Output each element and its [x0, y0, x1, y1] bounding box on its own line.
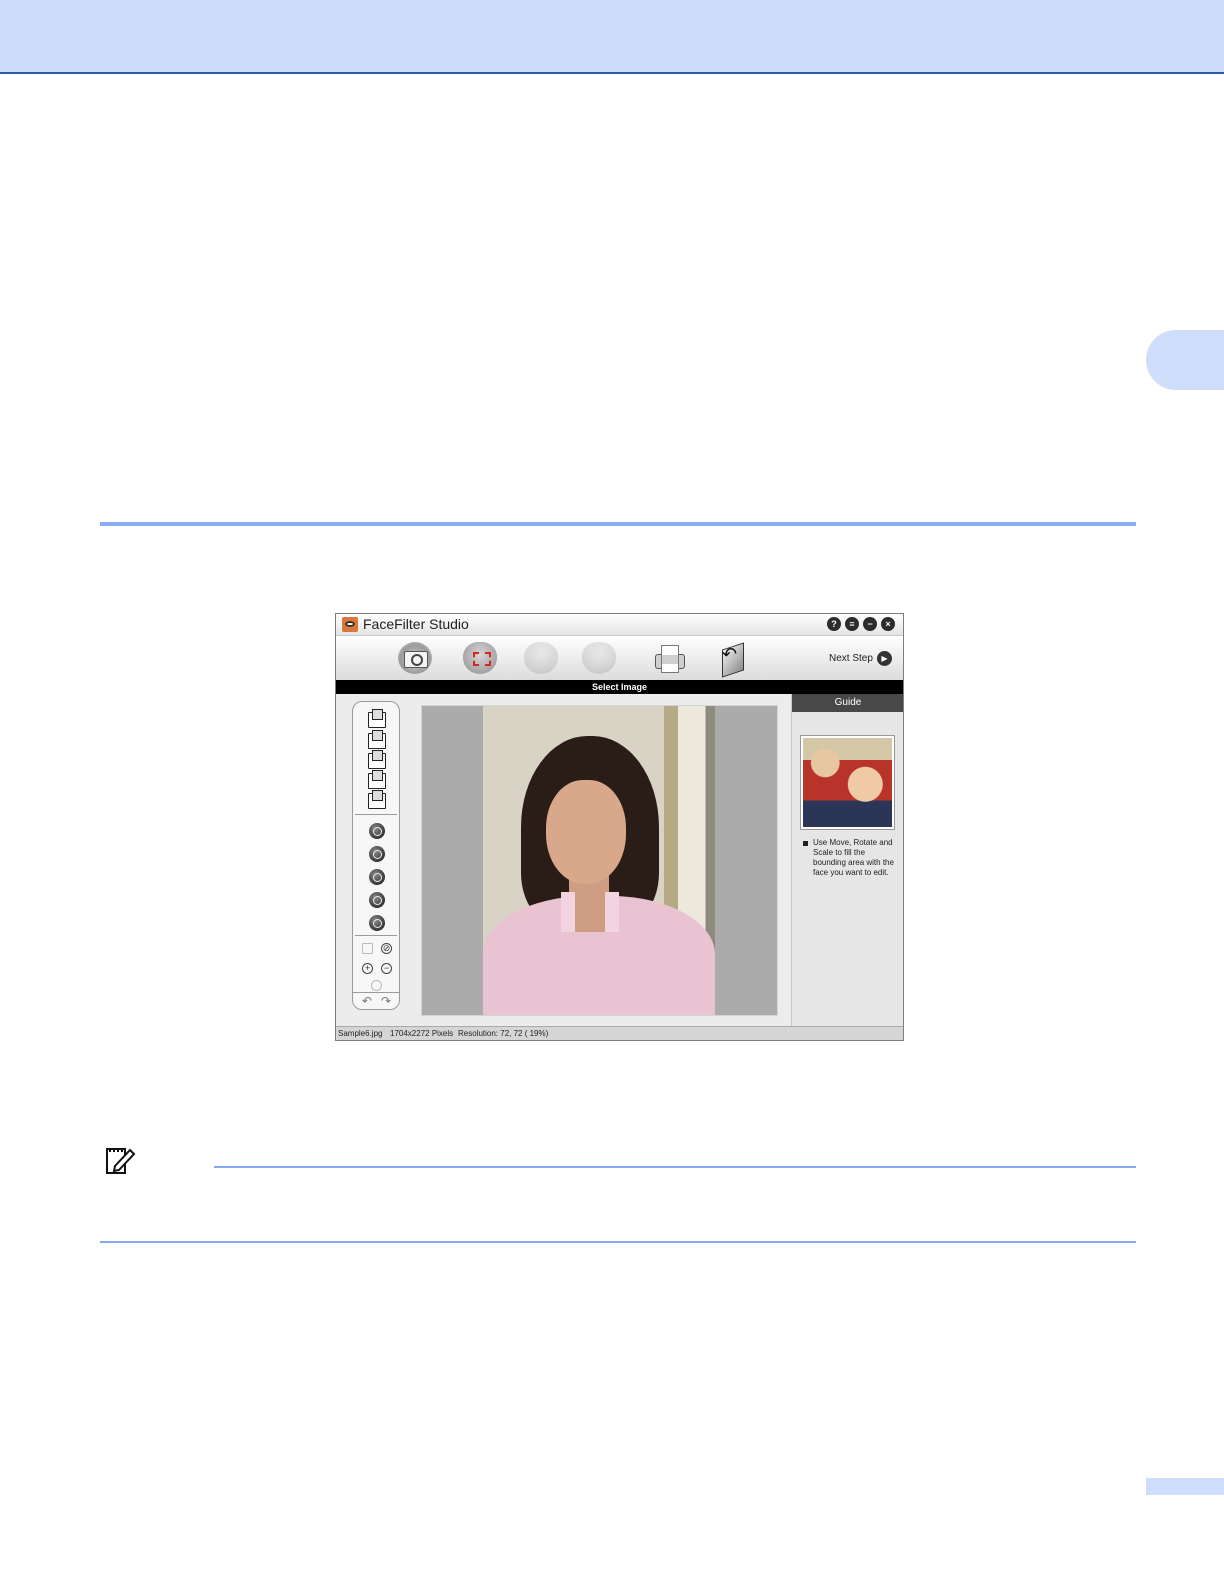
frame-icon[interactable] — [369, 892, 385, 908]
fit-icon[interactable] — [362, 943, 373, 954]
photo-face — [546, 780, 626, 884]
step-title-bar: Select Image — [336, 680, 903, 694]
chapter-tab — [1146, 330, 1224, 390]
note-rule-bottom — [100, 1241, 1136, 1243]
zoom-tool-icon[interactable] — [369, 915, 385, 931]
camera-icon[interactable] — [398, 642, 432, 674]
app-logo-icon — [342, 617, 358, 632]
star-icon[interactable] — [369, 869, 385, 885]
face-select-icon[interactable] — [463, 642, 497, 674]
back-icon[interactable] — [716, 642, 750, 674]
next-step-icon[interactable]: ▶ — [877, 651, 892, 666]
status-bar: Sample6.jpg 1704x2272 Pixels Resolution:… — [336, 1026, 903, 1040]
printer-icon[interactable] — [652, 642, 686, 674]
minimize-button[interactable]: − — [863, 617, 877, 631]
status-size: 1704x2272 Pixels — [390, 1029, 454, 1038]
next-step-label[interactable]: Next Step — [829, 653, 873, 664]
header-band — [0, 0, 1224, 74]
crop-icon[interactable] — [368, 730, 386, 749]
face-compare-icon[interactable] — [582, 642, 616, 674]
image-canvas[interactable] — [421, 705, 778, 1016]
note-rule-top — [214, 1166, 1136, 1168]
zoom-out-icon[interactable]: − — [381, 963, 392, 974]
zoom-in-icon[interactable]: + — [362, 963, 373, 974]
photo-collar — [561, 892, 619, 932]
portrait-photo — [483, 706, 715, 1015]
tool-panel: ⊘ + − ↶ ↷ — [352, 701, 400, 1010]
close-button[interactable]: × — [881, 617, 895, 631]
status-filename: Sample6.jpg — [338, 1029, 383, 1038]
no-icon[interactable]: ⊘ — [381, 943, 392, 954]
brush-icon[interactable] — [369, 823, 385, 839]
guide-instruction: Use Move, Rotate and Scale to fill the b… — [813, 838, 894, 877]
rotate-page-icon[interactable] — [368, 790, 386, 809]
section-rule — [100, 522, 1136, 526]
redo-icon[interactable]: ↷ — [381, 994, 391, 1008]
facefilter-studio-window: FaceFilter Studio ? ≡ − × Next Step ▶ Se… — [335, 613, 904, 1041]
open-file-icon[interactable] — [368, 709, 386, 728]
title-bar: FaceFilter Studio ? ≡ − × — [336, 614, 903, 636]
undo-redo-row: ↶ ↷ — [353, 992, 399, 1009]
app-title: FaceFilter Studio — [363, 616, 469, 632]
menu-button[interactable]: ≡ — [845, 617, 859, 631]
paste-icon[interactable] — [368, 750, 386, 769]
face-edit-icon[interactable] — [524, 642, 558, 674]
copy-icon[interactable] — [368, 770, 386, 789]
manual-page: FaceFilter Studio ? ≡ − × Next Step ▶ Se… — [0, 0, 1224, 1584]
note-pencil-icon — [106, 1148, 136, 1174]
status-resolution: Resolution: 72, 72 ( 19%) — [458, 1029, 549, 1038]
guide-text: Use Move, Rotate and Scale to fill the b… — [803, 838, 900, 878]
guide-example-image — [801, 736, 894, 829]
guide-header: Guide — [792, 694, 903, 712]
panel-divider — [355, 935, 397, 936]
hand-icon[interactable] — [371, 980, 382, 991]
pen-icon[interactable] — [369, 846, 385, 862]
page-number-tab — [1146, 1478, 1224, 1495]
main-toolbar: Next Step ▶ — [336, 636, 903, 680]
guide-panel: Guide Use Move, Rotate and Scale to fill… — [791, 694, 903, 1026]
undo-icon[interactable]: ↶ — [362, 994, 372, 1008]
panel-divider — [355, 814, 397, 815]
help-button[interactable]: ? — [827, 617, 841, 631]
